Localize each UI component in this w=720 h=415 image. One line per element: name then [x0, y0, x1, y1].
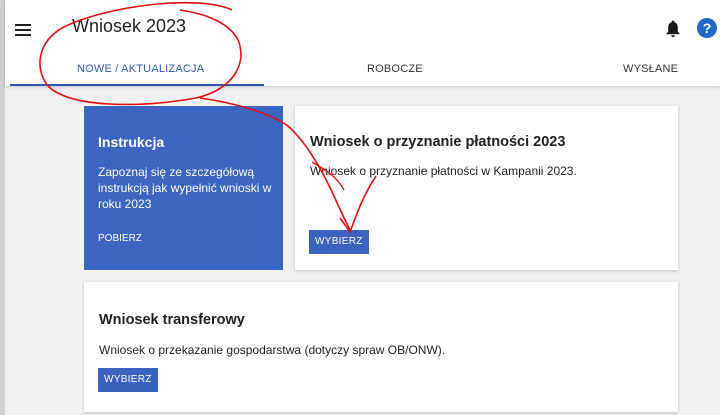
- page-title: Wniosek 2023: [72, 16, 187, 36]
- bell-icon[interactable]: [665, 19, 681, 39]
- transfer-card-description: Wniosek o przekazanie gospodarstwa (doty…: [99, 343, 446, 357]
- instruction-description: Zapoznaj się ze szczegółową instrukcją j…: [98, 165, 272, 211]
- instruction-title: Instrukcja: [98, 134, 165, 150]
- app-bar: Wniosek 2023 ? NOWE / AKTUALIZACJA ROBOC…: [5, 0, 720, 86]
- payment-card-description: Wniosek o przyznanie płatności w Kampani…: [310, 164, 577, 178]
- payment-card-title: Wniosek o przyznanie płatności 2023: [310, 134, 566, 150]
- help-icon[interactable]: ?: [697, 18, 717, 38]
- tab-new-update[interactable]: NOWE / AKTUALIZACJA: [77, 63, 204, 75]
- tab-sent[interactable]: WYSŁANE: [623, 63, 678, 75]
- hamburger-menu-icon[interactable]: [15, 24, 31, 36]
- transfer-card-title: Wniosek transferowy: [99, 312, 245, 328]
- download-link[interactable]: POBIERZ: [98, 233, 142, 244]
- select-payment-button[interactable]: WYBIERZ: [309, 230, 369, 254]
- tab-drafts[interactable]: ROBOCZE: [367, 63, 423, 75]
- instruction-card: Instrukcja Zapoznaj się ze szczegółową i…: [84, 106, 283, 270]
- select-transfer-button[interactable]: WYBIERZ: [98, 368, 158, 392]
- payment-application-card: Wniosek o przyznanie płatności 2023 Wnio…: [295, 106, 678, 270]
- active-tab-indicator: [10, 84, 264, 86]
- transfer-application-card: Wniosek transferowy Wniosek o przekazani…: [84, 282, 678, 412]
